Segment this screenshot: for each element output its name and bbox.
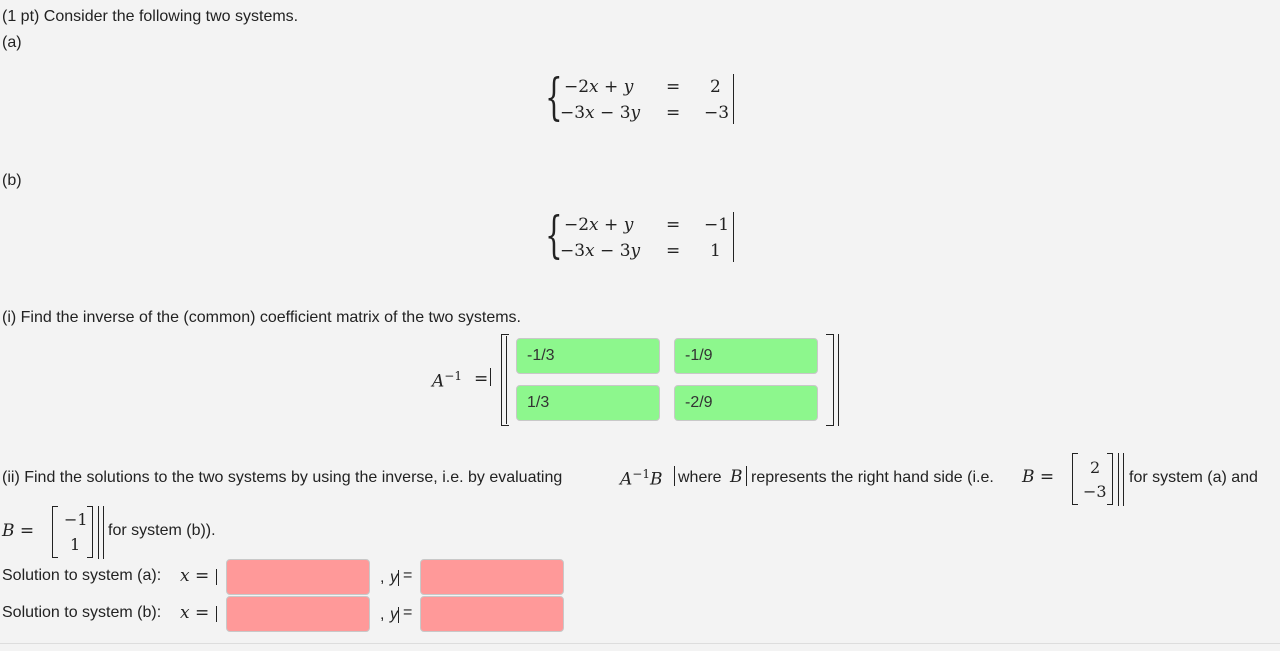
system-b-eq2-rhs: 1	[710, 241, 721, 261]
part-ii-text-1: (ii) Find the solutions to the two syste…	[2, 469, 563, 486]
solution-a-label: Solution to system (a):	[2, 567, 162, 584]
cursor-bar	[216, 569, 217, 585]
solution-b-y-input[interactable]	[420, 596, 564, 632]
solution-b-y-equals: =	[403, 604, 413, 621]
cursor-bar	[1118, 453, 1119, 506]
part-ii-b-eq-b: B =	[2, 521, 35, 541]
system-a-eq2-equals: =	[666, 103, 681, 123]
system-b-eq1-equals: =	[666, 215, 681, 235]
part-b-label: (b)	[2, 172, 22, 189]
solution-a-y-equals: =	[403, 567, 413, 584]
vector-b-left-bracket	[52, 506, 58, 558]
cursor-bar	[398, 570, 399, 586]
vector-a-right-bracket	[1107, 453, 1113, 505]
cursor-bar	[746, 466, 747, 486]
part-ii-text-2: where	[678, 469, 722, 486]
system-b-eq1-rhs: −1	[704, 215, 730, 235]
part-i-prompt: (i) Find the inverse of the (common) coe…	[2, 309, 521, 326]
part-ii-expression: A−1B	[620, 467, 663, 490]
cursor-bar	[490, 368, 491, 386]
vector-a-bottom: −3	[1083, 482, 1107, 501]
cursor-bar	[674, 466, 675, 486]
cursor-bar	[103, 506, 104, 559]
system-a-end-bar	[733, 74, 734, 124]
matrix-entry-r1c1[interactable]	[516, 338, 660, 374]
vector-a-top: 2	[1090, 458, 1101, 477]
left-bracket	[501, 334, 509, 426]
solution-b-label: Solution to system (b):	[2, 604, 162, 621]
vector-a-left-bracket	[1072, 453, 1078, 505]
page-bottom-divider	[0, 643, 1280, 644]
matrix-entry-r2c2[interactable]	[674, 385, 818, 421]
vector-b-top: −1	[64, 510, 88, 529]
system-a-eq2-rhs: −3	[704, 103, 730, 123]
matrix-entry-r2c1[interactable]	[516, 385, 660, 421]
part-ii-text-5: for system (b)).	[108, 522, 216, 539]
system-a-eq1-rhs: 2	[710, 77, 721, 97]
matrix-equals: =	[474, 369, 489, 389]
solution-b-x-label: x =	[180, 603, 210, 623]
part-ii-text-4: for system (a) and	[1129, 469, 1258, 486]
cursor-bar	[216, 606, 217, 622]
left-bracket-inner	[506, 336, 507, 424]
system-a-eq2-lhs: −3𝑥 − 3𝑦	[560, 103, 641, 123]
system-a-eq1-equals: =	[666, 77, 681, 97]
system-b-eq2-lhs: −3𝑥 − 3𝑦	[560, 241, 641, 261]
right-bracket-bar	[838, 334, 839, 426]
solution-b-x-input[interactable]	[226, 596, 370, 632]
solution-a-y-input[interactable]	[420, 559, 564, 595]
solution-a-y-label: y	[390, 569, 398, 586]
system-b-eq1-lhs: −2𝑥 + 𝑦	[564, 215, 634, 235]
vector-b-bottom: 1	[70, 535, 81, 554]
right-bracket	[826, 334, 834, 426]
part-a-label: (a)	[2, 34, 22, 51]
part-ii-text-3: represents the right hand side (i.e.	[751, 469, 994, 486]
solution-a-comma: ,	[380, 569, 385, 586]
matrix-entry-r1c2[interactable]	[674, 338, 818, 374]
solution-b-y-label: y	[390, 606, 398, 623]
vector-b-right-bracket	[87, 506, 93, 558]
system-b-end-bar	[733, 212, 734, 262]
cursor-bar	[1123, 453, 1124, 506]
system-a-eq1-lhs: −2𝑥 + 𝑦	[564, 77, 634, 97]
solution-a-x-input[interactable]	[226, 559, 370, 595]
matrix-label: A−1	[432, 369, 462, 392]
cursor-bar	[398, 607, 399, 623]
solution-b-comma: ,	[380, 606, 385, 623]
part-ii-b-symbol: B	[730, 467, 743, 487]
solution-a-x-label: x =	[180, 566, 210, 586]
system-b-eq2-equals: =	[666, 241, 681, 261]
problem-intro: (1 pt) Consider the following two system…	[2, 8, 299, 25]
part-ii-b-eq-a: B =	[1022, 467, 1055, 487]
cursor-bar	[98, 506, 99, 559]
